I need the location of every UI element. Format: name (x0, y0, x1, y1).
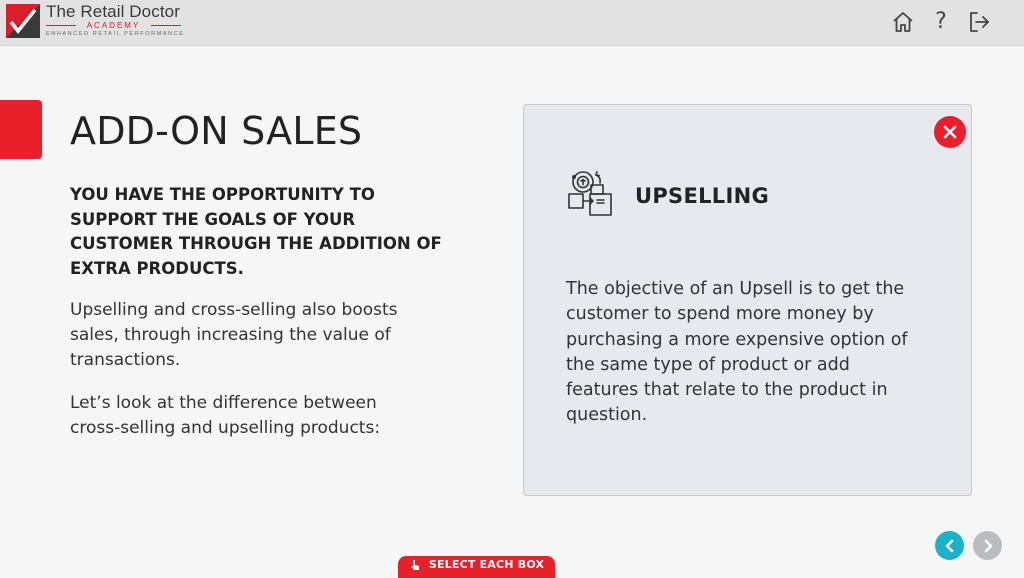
chevron-right-icon (984, 539, 992, 552)
exit-icon (970, 12, 989, 32)
top-bar: The Retail Doctor ACADEMY ENHANCED RETAI… (0, 0, 1024, 46)
help-button[interactable]: ? (928, 9, 954, 35)
help-icon: ? (935, 9, 947, 34)
close-icon (943, 125, 957, 139)
card-title: UPSELLING (635, 184, 770, 208)
next-button[interactable] (973, 531, 1002, 560)
brand-name: The Retail Doctor (46, 2, 180, 21)
brand-logo: The Retail Doctor ACADEMY ENHANCED RETAI… (46, 3, 185, 38)
previous-button[interactable] (935, 531, 964, 560)
logo-icon (6, 4, 40, 38)
brand-tagline: ENHANCED RETAIL PERFORMANCE (46, 31, 185, 37)
close-button[interactable] (934, 116, 966, 148)
upselling-card: UPSELLING The objective of an Upsell is … (523, 104, 972, 496)
card-body: The objective of an Upsell is to get the… (566, 279, 908, 426)
instruction-banner: SELECT EACH BOX (398, 556, 555, 578)
chevron-left-icon (945, 539, 953, 552)
pointer-icon (410, 560, 419, 570)
top-nav-icons: ? (890, 9, 992, 35)
instruction-text: SELECT EACH BOX (428, 558, 545, 571)
brand-academy: ACADEMY (46, 21, 181, 30)
home-button[interactable] (890, 9, 916, 35)
home-icon (893, 12, 913, 32)
page-title: ADD-ON SALES (70, 109, 363, 153)
upsell-icon (568, 171, 612, 216)
exit-button[interactable] (966, 9, 992, 35)
section-marker (0, 100, 42, 159)
body-paragraph-2: Let’s look at the difference between cro… (70, 393, 381, 438)
lead-text: YOU HAVE THE OPPORTUNITY TO SUPPORT THE … (70, 185, 442, 278)
body-paragraph-1: Upselling and cross-selling also boosts … (70, 300, 398, 370)
